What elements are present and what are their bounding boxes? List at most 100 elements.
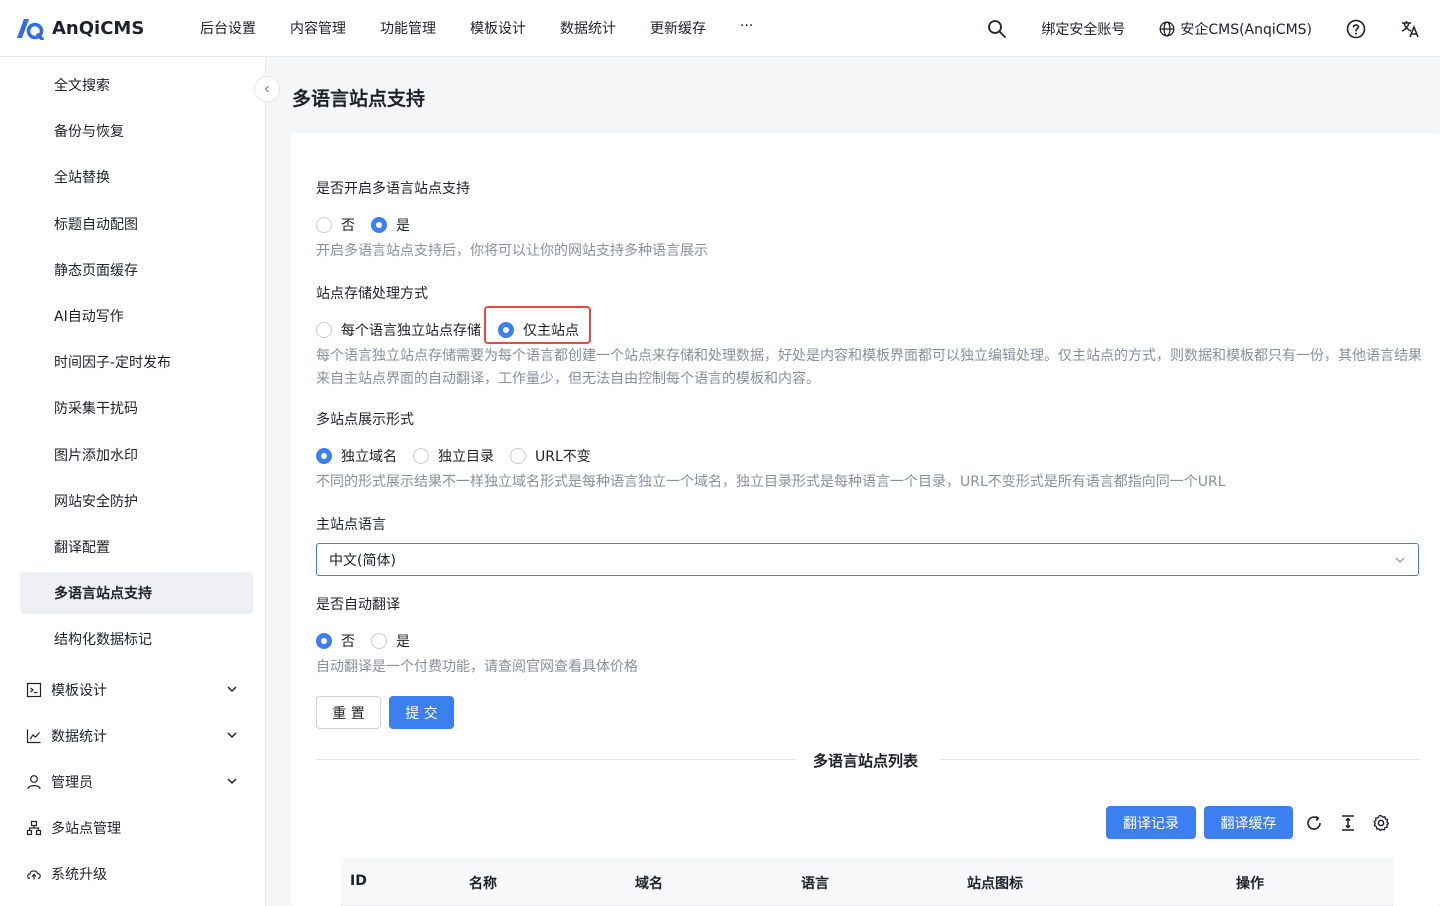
topnav-template-design[interactable]: 模板设计 [470, 18, 526, 38]
radio-circle [371, 633, 387, 649]
refresh-button[interactable] [1304, 813, 1324, 833]
enable-multilang-help: 开启多语言站点支持后，你将可以让你的网站支持多种语言展示 [316, 243, 708, 259]
sidebar-group-label: 系统升级 [51, 867, 107, 883]
sidebar-item-translate-config[interactable]: 翻译配置 [20, 526, 253, 568]
enable-multilang-label: 是否开启多语言站点支持 [316, 181, 470, 197]
sidebar-item-watermark[interactable]: 图片添加水印 [20, 434, 253, 476]
divider-left [316, 759, 796, 760]
sidebar-group-label: 管理员 [51, 775, 93, 791]
storage-mode-label: 站点存储处理方式 [316, 286, 428, 302]
display-mode-radio-group: 独立域名 独立目录 URL不变 [316, 446, 607, 466]
chevron-down-icon [1395, 557, 1405, 563]
language-button[interactable] [1400, 19, 1420, 39]
storage-per-language-radio[interactable]: 每个语言独立站点存储 [316, 320, 481, 340]
app-logo[interactable]: AnQiCMS [14, 16, 184, 40]
radio-label: URL不变 [535, 449, 591, 465]
bind-account-link[interactable]: 绑定安全账号 [1041, 19, 1125, 39]
sidebar-item-anti-scrape[interactable]: 防采集干扰码 [20, 387, 253, 429]
radio-circle [510, 448, 526, 464]
chevron-down-icon [227, 778, 237, 785]
display-url-unchanged-radio[interactable]: URL不变 [510, 446, 591, 466]
topnav-more[interactable]: ··· [740, 18, 753, 38]
refresh-icon [1307, 815, 1321, 830]
translate-cache-button[interactable]: 翻译缓存 [1204, 806, 1293, 839]
site-table-header: ID 名称 域名 语言 站点图标 操作 [341, 857, 1393, 906]
radio-label: 是 [396, 218, 410, 234]
auto-translate-yes-radio[interactable]: 是 [371, 631, 410, 651]
main-language-value: 中文(简体) [329, 552, 396, 569]
reset-button[interactable]: 重 置 [316, 696, 381, 729]
sidebar-group-administrators[interactable]: 管理员 [20, 761, 253, 803]
sitemap-icon [26, 820, 42, 836]
sidebar-group-data-statistics[interactable]: 数据统计 [20, 715, 253, 757]
enable-multilang-radio-group: 否 是 [316, 215, 426, 235]
display-separate-domain-radio[interactable]: 独立域名 [316, 446, 397, 466]
enable-multilang-no-radio[interactable]: 否 [316, 215, 355, 235]
radio-label: 否 [341, 218, 355, 234]
column-header-name: 名称 [469, 876, 497, 892]
submit-button[interactable]: 提 交 [389, 696, 454, 729]
main-language-select[interactable]: 中文(简体) [316, 543, 1419, 576]
help-icon [1346, 19, 1366, 38]
cloud-upgrade-icon [27, 870, 41, 880]
auto-translate-radio-group: 否 是 [316, 631, 426, 651]
enable-multilang-yes-radio[interactable]: 是 [371, 215, 410, 235]
sidebar-collapse-button[interactable] [254, 76, 280, 102]
auto-translate-no-radio[interactable]: 否 [316, 631, 355, 651]
sidebar-item-title-auto-image[interactable]: 标题自动配图 [20, 203, 253, 245]
sidebar-item-structured-data[interactable]: 结构化数据标记 [20, 618, 253, 660]
sidebar-group-label: 数据统计 [51, 729, 107, 745]
chevron-left-icon [264, 85, 269, 93]
topnav-backend-settings[interactable]: 后台设置 [200, 18, 256, 38]
gear-icon [1373, 814, 1390, 832]
radio-label: 每个语言独立站点存储 [341, 323, 481, 339]
sidebar-group-template-design[interactable]: 模板设计 [20, 669, 253, 711]
topnav-data-statistics[interactable]: 数据统计 [560, 18, 616, 38]
sidebar-item-static-cache[interactable]: 静态页面缓存 [20, 249, 253, 291]
sidebar-item-site-replace[interactable]: 全站替换 [20, 156, 253, 198]
translate-log-button[interactable]: 翻译记录 [1106, 806, 1196, 839]
search-icon [988, 19, 1007, 38]
radio-circle [316, 322, 332, 338]
radio-circle [316, 217, 332, 233]
radio-label: 是 [396, 634, 410, 650]
sidebar-group-label: 多站点管理 [51, 821, 121, 837]
sidebar-item-multilang-support[interactable]: 多语言站点支持 [20, 572, 253, 614]
chart-icon [26, 729, 41, 744]
sidebar-group-system-upgrade[interactable]: 系统升级 [20, 853, 253, 895]
chevron-down-icon [227, 732, 237, 739]
display-separate-directory-radio[interactable]: 独立目录 [413, 446, 494, 466]
search-button[interactable] [987, 19, 1007, 39]
radio-label: 独立域名 [341, 449, 397, 465]
radio-circle-checked [371, 217, 387, 233]
anqicms-logo-icon [17, 19, 44, 40]
top-right-actions: 绑定安全账号 安企CMS(AnqiCMS) [987, 0, 1440, 57]
column-header-site-icon: 站点图标 [967, 876, 1023, 892]
column-settings-button[interactable] [1371, 813, 1391, 833]
storage-mode-help-line2: 来自主站点界面的自动翻译，工作量少，但无法自由控制每个语言的模板和内容。 [316, 371, 820, 387]
top-navigation: 后台设置 内容管理 功能管理 模板设计 数据统计 更新缓存 ··· [200, 18, 787, 38]
sidebar-item-site-security[interactable]: 网站安全防护 [20, 480, 253, 522]
site-switcher[interactable]: 安企CMS(AnqiCMS) [1159, 19, 1312, 39]
sidebar-item-backup-restore[interactable]: 备份与恢复 [20, 110, 253, 152]
sidebar-item-scheduled-publish[interactable]: 时间因子-定时发布 [20, 341, 253, 383]
column-height-icon [1342, 815, 1354, 831]
user-icon [27, 775, 41, 790]
site-list-title: 多语言站点列表 [813, 752, 919, 770]
topnav-feature-management[interactable]: 功能管理 [380, 18, 436, 38]
column-header-domain: 域名 [635, 876, 663, 892]
chevron-down-icon [227, 686, 237, 693]
sidebar-group-label: 模板设计 [51, 683, 107, 699]
topnav-update-cache[interactable]: 更新缓存 [650, 18, 706, 38]
sidebar-group-multisite-management[interactable]: 多站点管理 [20, 807, 253, 849]
site-name: 安企CMS(AnqiCMS) [1180, 21, 1312, 38]
column-header-actions: 操作 [1236, 876, 1264, 892]
topnav-content-management[interactable]: 内容管理 [290, 18, 346, 38]
sidebar-item-ai-writing[interactable]: AI自动写作 [20, 295, 253, 337]
sidebar-item-fulltext-search[interactable]: 全文搜索 [20, 64, 253, 106]
row-density-button[interactable] [1338, 813, 1358, 833]
auto-translate-label: 是否自动翻译 [316, 597, 400, 613]
template-icon [26, 682, 42, 698]
page-title: 多语言站点支持 [292, 88, 426, 110]
help-button[interactable] [1346, 19, 1366, 39]
